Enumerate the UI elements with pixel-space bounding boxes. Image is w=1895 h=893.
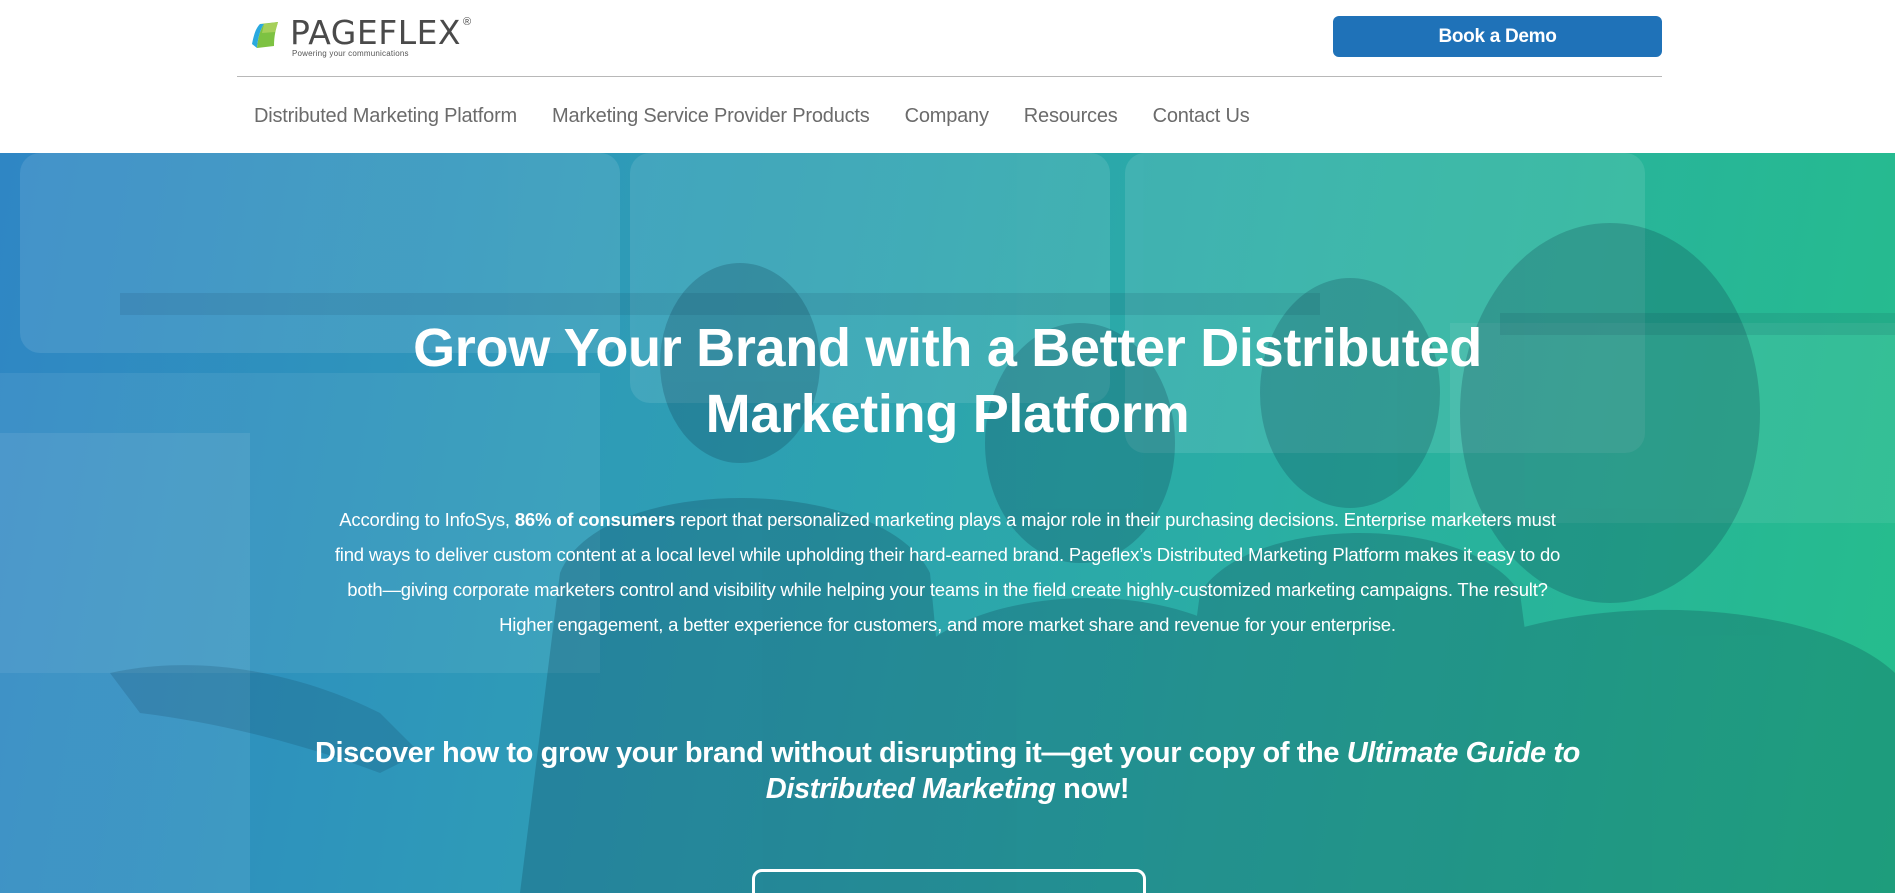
hero-description: According to InfoSys, 86% of consumers r…	[325, 502, 1570, 642]
nav-item-distributed-marketing-platform[interactable]: Distributed Marketing Platform	[254, 101, 517, 131]
nav-item-contact-us[interactable]: Contact Us	[1153, 101, 1250, 131]
header-divider	[237, 76, 1662, 77]
nav-item-company[interactable]: Company	[905, 101, 989, 131]
hero-description-lead: According to InfoSys,	[339, 509, 515, 530]
pageflex-logo-icon	[252, 22, 278, 48]
book-demo-button[interactable]: Book a Demo	[1333, 16, 1662, 57]
logo-tagline: Powering your communications	[292, 49, 409, 58]
registered-mark: ®	[463, 16, 472, 28]
hero-title: Grow Your Brand with a Better Distribute…	[413, 318, 1482, 444]
get-guide-button[interactable]	[752, 869, 1146, 893]
logo-wordmark: PAGEFLEX	[290, 13, 462, 52]
site-header: PAGEFLEX ® Powering your communications …	[0, 0, 1895, 153]
nav-item-resources[interactable]: Resources	[1024, 101, 1118, 131]
hero-section: Grow Your Brand with a Better Distribute…	[0, 153, 1895, 893]
hero-stat-highlight: 86% of consumers	[514, 509, 676, 530]
nav-item-marketing-service-provider-products[interactable]: Marketing Service Provider Products	[552, 101, 870, 131]
pageflex-logo[interactable]: PAGEFLEX ® Powering your communications	[250, 13, 480, 58]
hero-cta-lead: Discover how to grow your brand without …	[314, 737, 1347, 769]
hero-cta-heading: Discover how to grow your brand without …	[300, 735, 1595, 807]
hero-cta-tail: now!	[1055, 773, 1130, 805]
main-nav: Distributed Marketing Platform Marketing…	[254, 101, 1250, 131]
